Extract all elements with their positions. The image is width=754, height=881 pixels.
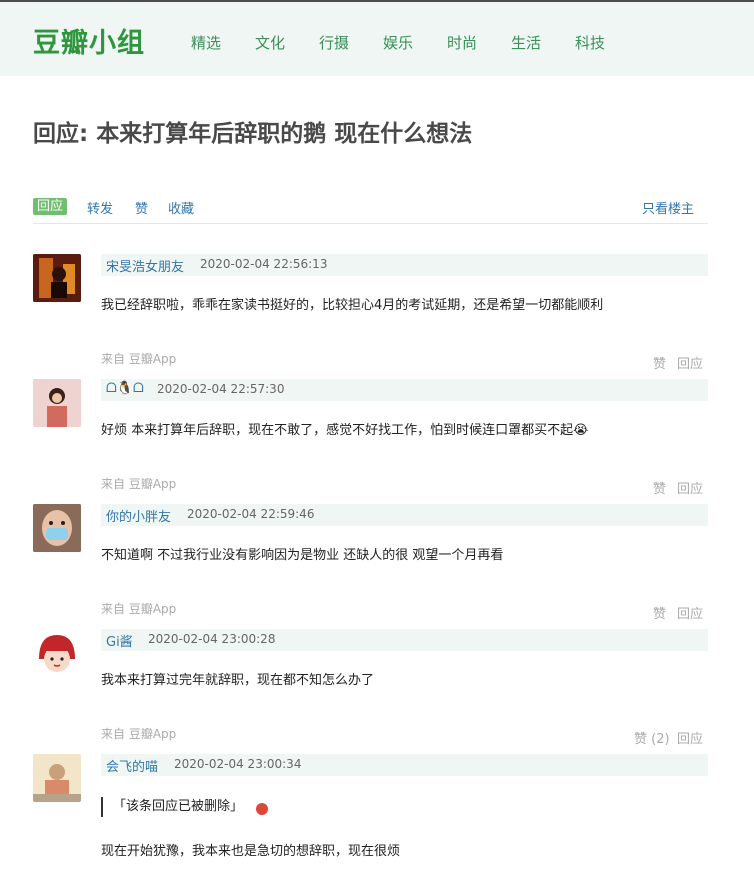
reply-time: 2020-02-04 22:59:46: [187, 507, 315, 521]
nav-item-life[interactable]: 生活: [511, 32, 541, 53]
like-button[interactable]: 赞: [135, 198, 148, 217]
reply-author[interactable]: 你的小胖友: [106, 506, 171, 525]
reply-source: 来自 豆瓣App: [101, 352, 177, 366]
only-op-link[interactable]: 只看楼主: [642, 198, 694, 217]
reply-source: 来自 豆瓣App: [101, 727, 177, 741]
reply-meta: ᗝ🐧ᗝ 2020-02-04 22:57:30: [101, 379, 708, 401]
reply-reply-button[interactable]: 回应: [677, 603, 703, 622]
avatar[interactable]: [33, 379, 81, 427]
reply-like-button[interactable]: 赞 (2): [634, 728, 670, 747]
reply-content: 不知道啊 不过我行业没有影响因为是物业 还缺人的很 观望一个月再看: [101, 548, 504, 563]
reply-time: 2020-02-04 22:56:13: [200, 257, 328, 271]
tomato-icon[interactable]: [254, 800, 270, 816]
forward-button[interactable]: 转发: [87, 198, 113, 217]
reply-source: 来自 豆瓣App: [101, 602, 177, 616]
nav-item-tech[interactable]: 科技: [575, 32, 605, 53]
reply-author[interactable]: ᗝ🐧ᗝ: [106, 381, 144, 396]
reply-tab-button[interactable]: 回应: [33, 198, 68, 215]
reply-time: 2020-02-04 23:00:28: [148, 632, 276, 646]
reply-reply-button[interactable]: 回应: [677, 728, 703, 747]
reply-like-button[interactable]: 赞: [653, 603, 666, 622]
reply-author[interactable]: 会飞的喵: [106, 756, 158, 775]
reply-reply-button[interactable]: 回应: [677, 478, 703, 497]
page-title: 回应: 本来打算年后辞职的鹅 现在什么想法: [33, 121, 473, 147]
avatar[interactable]: [33, 254, 81, 302]
reply-content: 现在开始犹豫，我本来也是急切的想辞职，现在很烦: [101, 844, 401, 859]
collect-button[interactable]: 收藏: [168, 198, 194, 217]
avatar[interactable]: [33, 629, 81, 677]
reply-meta: 会飞的喵 2020-02-04 23:00:34: [101, 754, 708, 776]
reply-content: 好烦 本来打算年后辞职，现在不敢了，感觉不好找工作，怕到时候连口罩都买不起😭: [101, 423, 589, 438]
reply-content: 我已经辞职啦，乖乖在家读书挺好的，比较担心4月的考试延期，还是希望一切都能顺利: [101, 298, 604, 313]
nav-item-fashion[interactable]: 时尚: [447, 32, 477, 53]
avatar[interactable]: [33, 754, 81, 802]
reply-like-button[interactable]: 赞: [653, 478, 666, 497]
deleted-reply-quote: 「该条回应已被删除」: [101, 797, 243, 817]
reply-meta: Gi酱 2020-02-04 23:00:28: [101, 629, 708, 651]
reply-time: 2020-02-04 22:57:30: [157, 382, 285, 396]
avatar[interactable]: [33, 504, 81, 552]
nav-item-entertainment[interactable]: 娱乐: [383, 32, 413, 53]
nav-item-culture[interactable]: 文化: [255, 32, 285, 53]
reply-author[interactable]: Gi酱: [106, 631, 133, 650]
top-bar: 豆瓣小组 精选 文化 行摄 娱乐 时尚 生活 科技: [0, 0, 754, 76]
nav-item-travel[interactable]: 行摄: [319, 32, 349, 53]
nav-item-featured[interactable]: 精选: [191, 32, 221, 53]
reply-source: 来自 豆瓣App: [101, 477, 177, 491]
reply-like-button[interactable]: 赞: [653, 353, 666, 372]
reply-meta: 宋旻浩女朋友 2020-02-04 22:56:13: [101, 254, 708, 276]
reply-content: 我本来打算过完年就辞职，现在都不知怎么办了: [101, 673, 375, 688]
reply-author[interactable]: 宋旻浩女朋友: [106, 256, 184, 275]
douban-group-logo[interactable]: 豆瓣小组: [33, 21, 145, 60]
action-bar: 回应 转发 赞 收藏 只看楼主: [33, 196, 708, 224]
reply-meta: 你的小胖友 2020-02-04 22:59:46: [101, 504, 708, 526]
reply-reply-button[interactable]: 回应: [677, 353, 703, 372]
reply-time: 2020-02-04 23:00:34: [174, 757, 302, 771]
